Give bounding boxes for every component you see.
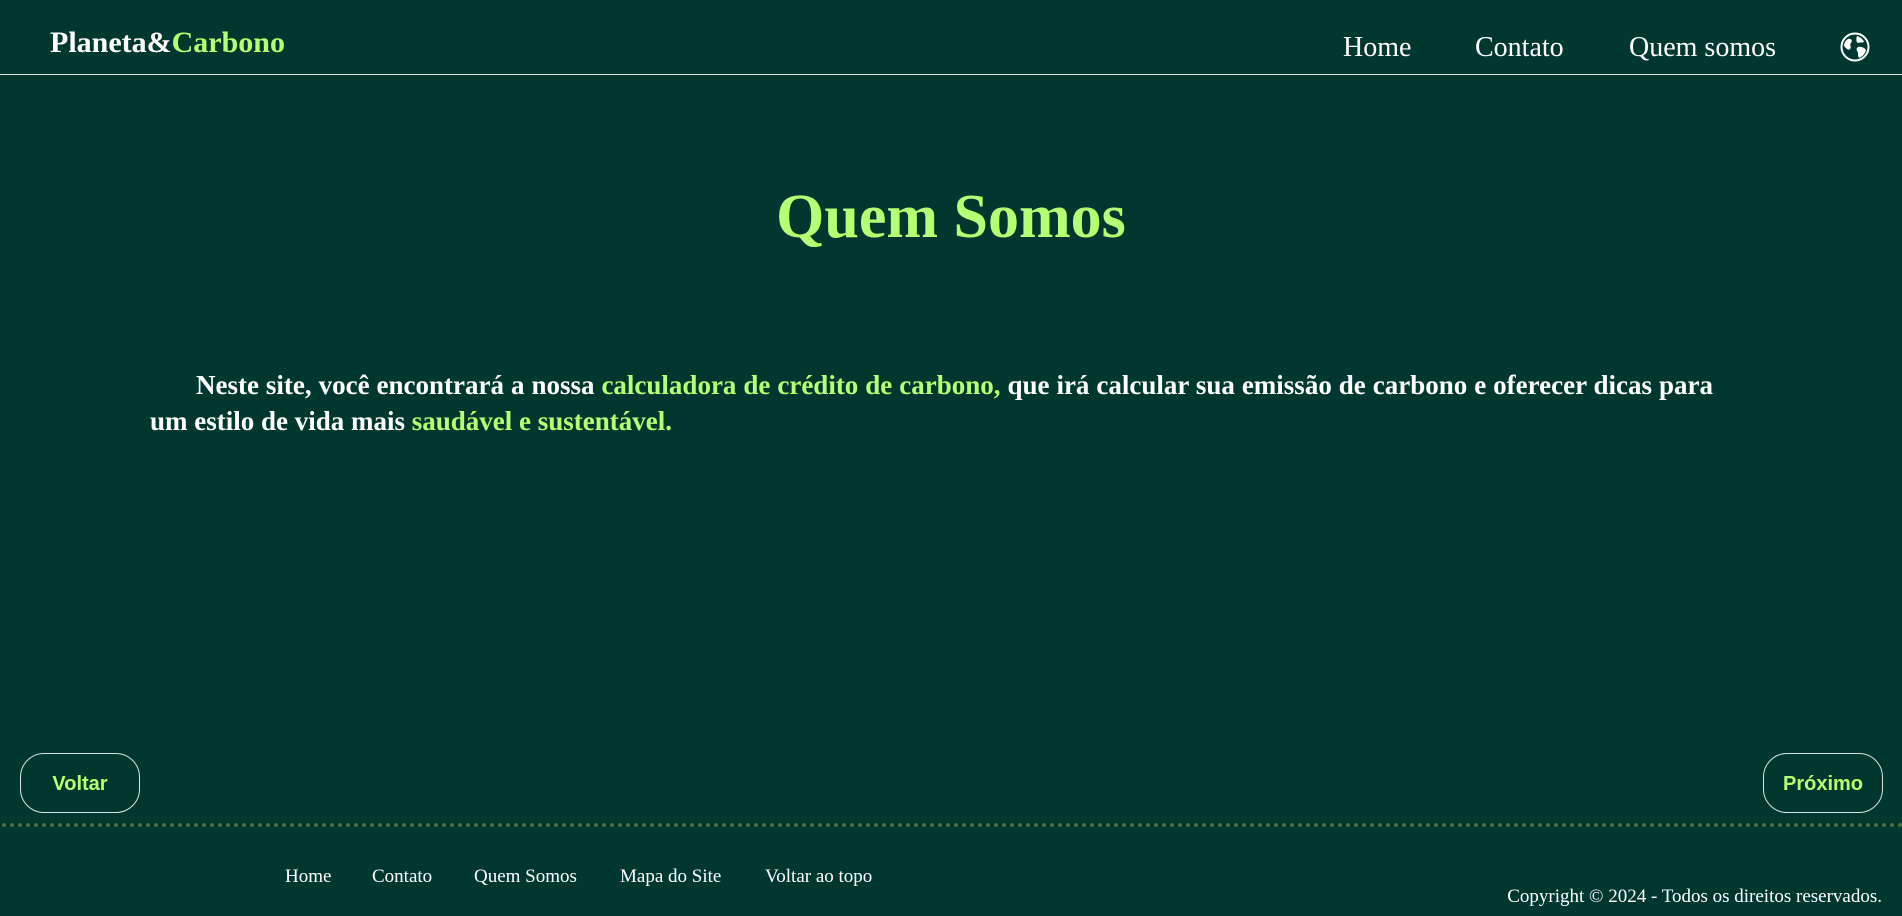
nav-contato-link[interactable]: Contato [1475,31,1564,65]
nav-home-link[interactable]: Home [1343,31,1411,65]
intro-highlight-calculator: calculadora de crédito de carbono, [601,370,1001,400]
footer-link-quem-somos[interactable]: Quem Somos [474,866,577,888]
footer-link-mapa-do-site[interactable]: Mapa do Site [620,866,721,888]
intro-highlight-sustainable: saudável e sustentável. [411,406,673,436]
intro-text-1: Neste site, você encontrará a nossa [196,370,602,400]
footer-link-contato[interactable]: Contato [372,866,432,888]
copyright-text: Copyright © 2024 - Todos os direitos res… [1507,886,1882,907]
footer-link-voltar-ao-topo[interactable]: Voltar ao topo [765,866,872,888]
nav-quem-somos-link[interactable]: Quem somos [1629,31,1776,65]
page-title: Quem Somos [776,182,1126,251]
logo-text-carbono: Carbono [171,26,285,59]
intro-paragraph: Neste site, você encontrará a nossa calc… [150,367,1713,439]
next-button[interactable]: Próximo [1763,753,1883,813]
logo-text-planeta: Planeta& [50,26,172,59]
site-header: Planeta&Carbono Home Contato Quem somos [0,0,1902,75]
footer-link-home[interactable]: Home [285,866,331,888]
globe-icon[interactable] [1839,31,1871,63]
dotted-divider [0,822,1902,828]
site-logo[interactable]: Planeta&Carbono [50,28,285,58]
back-button[interactable]: Voltar [20,753,140,813]
